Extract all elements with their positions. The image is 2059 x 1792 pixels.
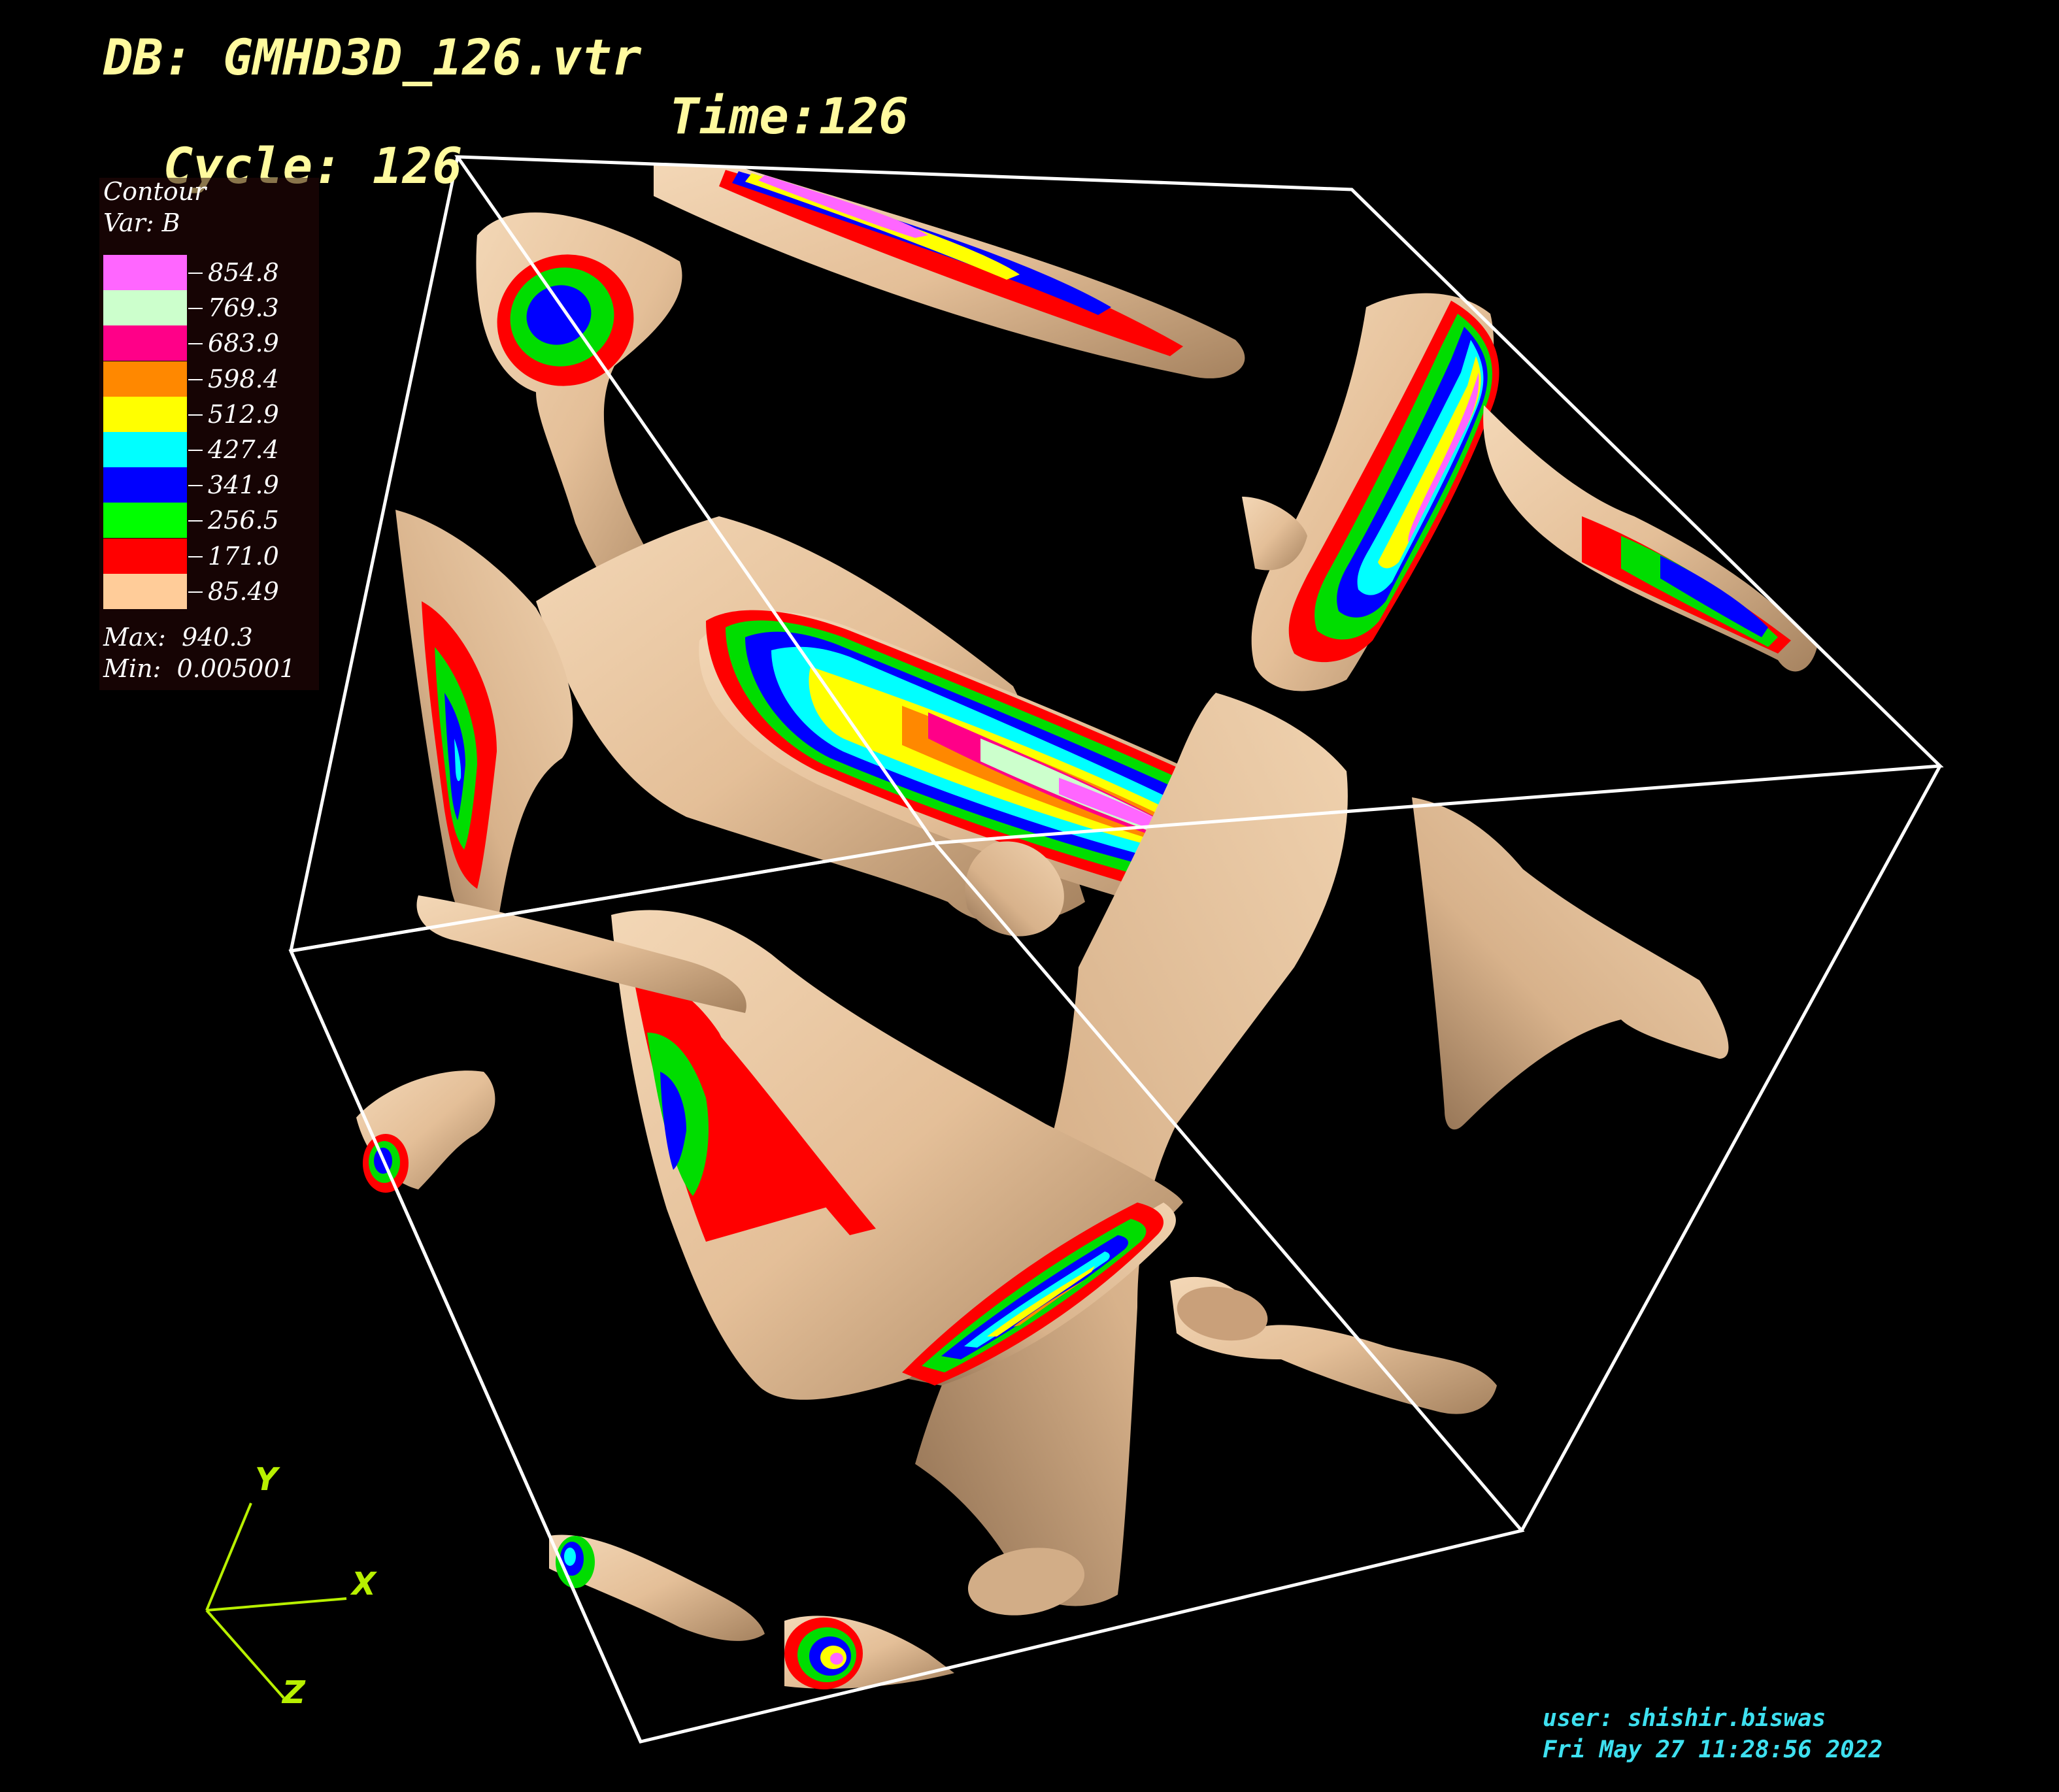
legend-tick (188, 343, 203, 345)
legend-value: 341.9 (208, 471, 279, 500)
legend-tick (188, 520, 203, 522)
legend-tick (188, 308, 203, 310)
legend-tick (188, 378, 203, 380)
legend-tick (188, 485, 203, 487)
axis-x-label: X (352, 1566, 377, 1602)
tube-right-side (1483, 405, 1817, 672)
legend-title: Contour (103, 177, 207, 206)
legend-swatch (103, 361, 187, 397)
time-label: Time:126 (669, 87, 909, 145)
isosurfaces (356, 163, 1817, 1689)
legend-swatch (103, 290, 187, 326)
legend-tick (188, 414, 203, 416)
legend-tick (188, 556, 203, 557)
legend-swatch (103, 503, 187, 539)
tube-right-top (1251, 293, 1499, 691)
axis-triad (205, 1502, 347, 1699)
legend-max: Max: 940.3 (103, 623, 253, 652)
legend-value: 683.9 (208, 329, 279, 358)
legend-value: 769.3 (208, 293, 279, 323)
legend-value: 854.8 (208, 258, 279, 287)
sheet-left (395, 510, 573, 932)
legend-variable: Var: B (103, 208, 180, 237)
legend-swatch (103, 432, 187, 467)
axis-z-label: Z (282, 1674, 305, 1711)
legend-min: Min: 0.005001 (103, 654, 295, 683)
tube-bottom-left (549, 1535, 765, 1641)
legend-value: 512.9 (208, 399, 279, 429)
legend-value: 85.49 (208, 576, 279, 606)
legend-swatch (103, 325, 187, 361)
tube-top-diagonal (654, 163, 1245, 378)
sheet-right-mid (1412, 797, 1729, 1130)
tube-left-small (356, 1070, 495, 1193)
legend-swatch (103, 573, 187, 609)
tube-bottom-center (784, 1616, 954, 1689)
legend-value: 598.4 (208, 364, 279, 393)
date-label: Fri May 27 11:28:56 2022 (1543, 1736, 1883, 1763)
legend-swatch (103, 396, 187, 432)
tube-right-lower (1170, 1276, 1497, 1414)
legend-swatch (103, 467, 187, 503)
legend-value: 256.5 (208, 506, 279, 535)
legend-value: 427.4 (208, 435, 279, 464)
user-label: user: shishir.biswas (1543, 1705, 1826, 1732)
legend-swatch (103, 255, 187, 290)
legend-value: 171.0 (208, 541, 279, 571)
legend-tick (188, 273, 203, 274)
database-label: DB: GMHD3D_126.vtr (103, 28, 642, 86)
legend-swatch (103, 538, 187, 574)
contour-legend: Contour Var: B 854.8 769.3 683.9 598.4 512.9… (99, 178, 319, 690)
axis-y-label: Y (255, 1461, 278, 1498)
legend-tick (188, 450, 203, 451)
legend-tick (188, 591, 203, 593)
